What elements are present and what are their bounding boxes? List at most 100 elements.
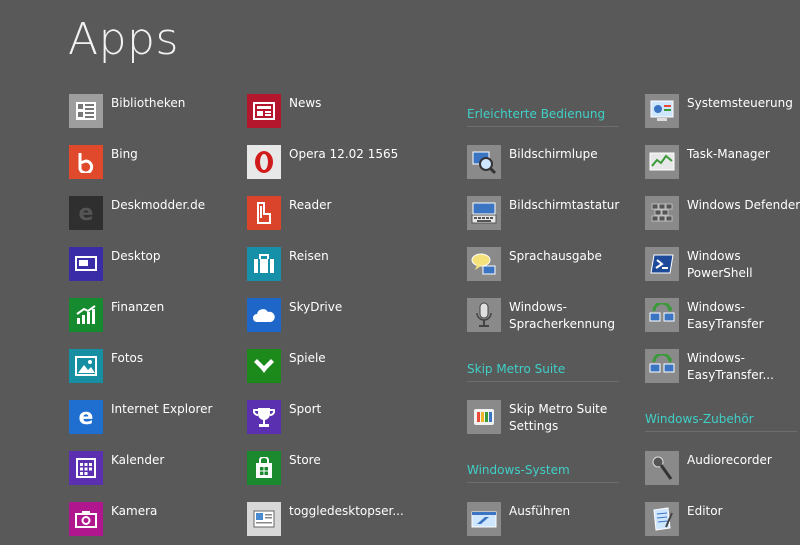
app-label: Store xyxy=(289,453,321,467)
svg-text:e: e xyxy=(79,405,94,429)
easy-transfer-icon xyxy=(645,298,679,332)
app-tile-opera[interactable]: Opera 12.02 1565 xyxy=(247,145,422,185)
audio-recorder-icon xyxy=(645,451,679,485)
toggle-desktop-icon xyxy=(247,502,281,536)
app-label: Windows PowerShell xyxy=(687,249,753,280)
store-icon xyxy=(247,451,281,485)
skip-metro-icon xyxy=(467,400,501,434)
app-label: SkyDrive xyxy=(289,300,343,314)
app-tile-skydrive[interactable]: SkyDrive xyxy=(247,298,422,338)
task-manager-icon xyxy=(645,145,679,179)
calendar-icon xyxy=(69,451,103,485)
app-tile-ausfuehren[interactable]: Ausführen xyxy=(467,502,642,542)
app-label: Deskmodder.de xyxy=(111,198,206,212)
app-label: Reisen xyxy=(289,249,329,263)
skydrive-icon xyxy=(247,298,281,332)
app-tile-reisen[interactable]: Reisen xyxy=(247,247,422,287)
app-tile-toggledesktop[interactable]: toggledesktopser... xyxy=(247,502,422,542)
app-label: Bibliotheken xyxy=(111,96,186,110)
app-label: Internet Explorer xyxy=(111,402,213,416)
easy-transfer-report-icon xyxy=(645,349,679,383)
ie-shortcut-icon: e xyxy=(69,196,103,230)
internet-explorer-icon: e xyxy=(69,400,103,434)
app-label: Windows- EasyTransfer xyxy=(687,300,764,331)
app-tile-reader[interactable]: Reader xyxy=(247,196,422,236)
app-tile-windows-defender[interactable]: Windows Defender xyxy=(645,196,800,236)
app-label: Skip Metro Suite Settings xyxy=(509,402,608,433)
app-label: Finanzen xyxy=(111,300,165,314)
app-label: Windows Defender xyxy=(687,198,800,212)
app-tile-sport[interactable]: Sport xyxy=(247,400,422,440)
app-label: Bildschirmtastatur xyxy=(509,198,620,212)
app-tile-news[interactable]: News xyxy=(247,94,422,134)
sport-icon xyxy=(247,400,281,434)
narrator-icon xyxy=(467,247,501,281)
microphone-icon xyxy=(467,298,501,332)
camera-icon xyxy=(69,502,103,536)
group-header-erleichterte-bedienung: Erleichterte Bedienung xyxy=(467,107,619,127)
desktop-icon xyxy=(69,247,103,281)
on-screen-keyboard-icon xyxy=(467,196,501,230)
app-label: Kamera xyxy=(111,504,158,518)
app-label: Reader xyxy=(289,198,332,212)
app-tile-bildschirmtastatur[interactable]: Bildschirmtastatur xyxy=(467,196,642,236)
app-label: Systemsteuerung xyxy=(687,96,793,110)
app-label: Sport xyxy=(289,402,322,416)
app-tile-easytransfer-report[interactable]: Windows- EasyTransfer... xyxy=(645,349,800,389)
group-header-windows-zubehoer: Windows-Zubehör xyxy=(645,412,797,432)
app-label: Spiele xyxy=(289,351,326,365)
svg-text:e: e xyxy=(79,201,94,225)
app-tile-easytransfer[interactable]: Windows- EasyTransfer xyxy=(645,298,800,338)
app-tile-finanzen[interactable]: Finanzen xyxy=(69,298,244,338)
app-label: Ausführen xyxy=(509,504,571,518)
magnifier-icon xyxy=(467,145,501,179)
app-tile-task-manager[interactable]: Task-Manager xyxy=(645,145,800,185)
page-title: Apps xyxy=(68,14,179,65)
app-label: Bildschirmlupe xyxy=(509,147,598,161)
app-tile-kamera[interactable]: Kamera xyxy=(69,502,244,542)
travel-icon xyxy=(247,247,281,281)
photos-icon xyxy=(69,349,103,383)
app-tile-desktop[interactable]: Desktop xyxy=(69,247,244,287)
app-tile-spracherkennung[interactable]: Windows- Spracherkennung xyxy=(467,298,642,338)
app-tile-systemsteuerung[interactable]: Systemsteuerung xyxy=(645,94,800,134)
opera-icon xyxy=(247,145,281,179)
app-tile-deskmodder[interactable]: e Deskmodder.de xyxy=(69,196,244,236)
finance-icon xyxy=(69,298,103,332)
app-tile-powershell[interactable]: Windows PowerShell xyxy=(645,247,800,287)
run-icon xyxy=(467,502,501,536)
app-tile-store[interactable]: Store xyxy=(247,451,422,491)
app-label: Audiorecorder xyxy=(687,453,772,467)
games-icon xyxy=(247,349,281,383)
app-label: Sprachausgabe xyxy=(509,249,602,263)
group-header-skip-metro-suite: Skip Metro Suite xyxy=(467,362,619,382)
news-icon xyxy=(247,94,281,128)
app-tile-fotos[interactable]: Fotos xyxy=(69,349,244,389)
app-label: Fotos xyxy=(111,351,144,365)
bing-icon xyxy=(69,145,103,179)
app-label: Editor xyxy=(687,504,723,518)
powershell-icon xyxy=(645,247,679,281)
app-tile-editor[interactable]: Editor xyxy=(645,502,800,542)
reader-icon xyxy=(247,196,281,230)
app-label: News xyxy=(289,96,322,110)
windows-defender-icon xyxy=(645,196,679,230)
app-label: Opera 12.02 1565 xyxy=(289,147,399,161)
app-tile-kalender[interactable]: Kalender xyxy=(69,451,244,491)
app-tile-bibliotheken[interactable]: Bibliotheken xyxy=(69,94,244,134)
app-tile-bing[interactable]: Bing xyxy=(69,145,244,185)
control-panel-icon xyxy=(645,94,679,128)
app-label: Kalender xyxy=(111,453,165,467)
app-tile-bildschirmlupe[interactable]: Bildschirmlupe xyxy=(467,145,642,185)
group-header-windows-system: Windows-System xyxy=(467,463,619,483)
notepad-icon xyxy=(645,502,679,536)
app-tile-skip-metro-settings[interactable]: Skip Metro Suite Settings xyxy=(467,400,642,440)
app-label: Windows- EasyTransfer... xyxy=(687,351,774,382)
app-label: toggledesktopser... xyxy=(289,504,404,518)
app-tile-audiorecorder[interactable]: Audiorecorder xyxy=(645,451,800,491)
app-label: Desktop xyxy=(111,249,161,263)
app-tile-internet-explorer[interactable]: e Internet Explorer xyxy=(69,400,244,440)
app-tile-spiele[interactable]: Spiele xyxy=(247,349,422,389)
app-label: Task-Manager xyxy=(687,147,770,161)
app-tile-sprachausgabe[interactable]: Sprachausgabe xyxy=(467,247,642,287)
